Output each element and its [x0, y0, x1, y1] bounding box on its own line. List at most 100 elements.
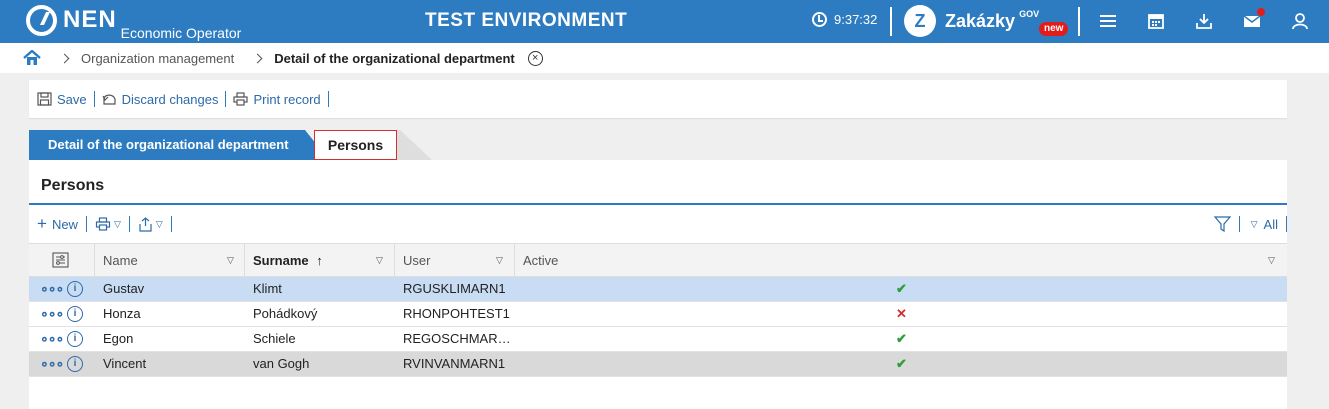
undo-icon	[102, 94, 116, 105]
mail-button[interactable]	[1243, 8, 1265, 30]
cell-surname: van Gogh	[253, 356, 310, 371]
column-active-label: Active	[523, 253, 559, 268]
breadcrumb-chevron-icon	[59, 53, 70, 63]
sort-ascending-icon: ↑	[316, 253, 323, 268]
session-clock: 9:37:32	[812, 12, 877, 27]
cell-name: Egon	[103, 331, 134, 346]
grid-header: Name ▽ Surname ↑ ▽ User ▽ Active ▽	[29, 243, 1287, 277]
logo-subtitle: Economic Operator	[120, 25, 242, 41]
print-menu-button[interactable]: ▽	[87, 216, 130, 232]
calendar-icon[interactable]	[1147, 12, 1165, 30]
active-check-icon: ✔	[896, 331, 907, 346]
logo-text: NEN	[63, 6, 117, 33]
caret-down-icon: ▽	[113, 218, 121, 229]
column-name-label: Name	[103, 253, 138, 268]
tab-detail[interactable]: Detail of the organizational department	[29, 130, 329, 160]
new-button[interactable]: + New	[29, 214, 87, 233]
menu-icon[interactable]	[1099, 12, 1117, 30]
save-icon	[37, 92, 52, 106]
breadcrumb-org-management[interactable]: Organization management	[81, 51, 234, 66]
nen-logo[interactable]: NEN Economic Operator	[26, 5, 241, 41]
table-row[interactable]: ∘∘∘ i Gustav Klimt RGUSKLIMARN1 ✔	[29, 277, 1287, 302]
info-icon[interactable]: i	[67, 356, 83, 372]
breadcrumb: Organization management Detail of the or…	[0, 43, 1329, 73]
active-check-icon: ✔	[896, 281, 907, 296]
cell-surname: Klimt	[253, 281, 282, 296]
grid-toolbar-right: ▽ All	[1206, 213, 1287, 235]
caret-down-icon: ▽	[1250, 218, 1258, 229]
save-label: Save	[57, 91, 87, 107]
more-options-icon[interactable]: ∘∘∘	[40, 277, 64, 299]
clock-time: 9:37:32	[834, 12, 878, 27]
record-toolbar: Save Discard changes Print record	[29, 80, 1287, 118]
info-icon[interactable]: i	[67, 281, 83, 297]
header-divider	[890, 7, 892, 36]
close-icon[interactable]: ×	[527, 50, 543, 66]
cell-name: Vincent	[103, 356, 147, 371]
tab-persons[interactable]: Persons	[314, 130, 397, 160]
more-options-icon[interactable]: ∘∘∘	[40, 352, 64, 374]
top-header: NEN Economic Operator TEST ENVIRONMENT 9…	[0, 0, 1329, 43]
inactive-cross-icon: ✕	[896, 306, 907, 321]
print-label: Print record	[253, 91, 321, 107]
breadcrumb-current: Detail of the organizational department	[274, 50, 515, 66]
user-icon[interactable]	[1291, 12, 1309, 30]
clock-icon	[812, 12, 827, 27]
panel-divider	[29, 203, 1287, 205]
column-settings-icon[interactable]	[52, 252, 69, 268]
info-icon[interactable]: i	[67, 306, 83, 322]
column-header-surname[interactable]: Surname ↑	[244, 244, 394, 277]
zakazky-icon: Z	[904, 5, 936, 37]
table-row[interactable]: ∘∘∘ i Vincent van Gogh RVINVANMARN1 ✔	[29, 352, 1287, 377]
breadcrumb-chevron-icon	[252, 53, 263, 63]
caret-down-icon: ▽	[155, 218, 163, 229]
export-menu-button[interactable]: ▽	[130, 216, 172, 232]
new-label: New	[51, 216, 78, 232]
home-icon[interactable]	[23, 50, 41, 66]
print-record-button[interactable]: Print record	[226, 91, 329, 107]
new-badge: new	[1039, 22, 1069, 36]
zakazky-gov: GOV	[1019, 9, 1040, 19]
column-surname-label: Surname	[253, 253, 309, 268]
cell-user: RVINVANMARN1	[403, 356, 506, 371]
cell-surname: Schiele	[253, 331, 296, 346]
column-header-name[interactable]: Name	[94, 244, 244, 277]
zakazky-text: Zakázky	[945, 10, 1016, 31]
cell-name: Gustav	[103, 281, 145, 296]
filter-all-label: All	[1263, 216, 1278, 232]
persons-panel: Persons + New ▽ ▽ ▽ All Name ▽ Surname ↑…	[29, 160, 1287, 409]
column-filter-icon[interactable]: ▽	[376, 244, 383, 277]
column-filter-icon[interactable]: ▽	[496, 244, 503, 277]
cell-user: RGUSKLIMARN1	[403, 281, 506, 296]
discard-label: Discard changes	[121, 91, 219, 107]
zakazky-logo[interactable]: Z Zakázky GOV new	[904, 5, 1069, 37]
filter-button[interactable]	[1206, 216, 1240, 232]
table-row[interactable]: ∘∘∘ i Egon Schiele REGOSCHMAR… ✔	[29, 327, 1287, 352]
export-icon	[139, 216, 152, 232]
filter-icon	[1213, 216, 1231, 232]
cell-name: Honza	[103, 306, 141, 321]
header-divider	[1078, 7, 1080, 36]
column-user-label: User	[403, 253, 431, 268]
more-options-icon[interactable]: ∘∘∘	[40, 302, 64, 324]
column-filter-icon[interactable]: ▽	[1268, 244, 1275, 277]
more-options-icon[interactable]: ∘∘∘	[40, 327, 64, 349]
printer-icon	[233, 92, 249, 106]
download-icon[interactable]	[1195, 12, 1213, 30]
column-header-active[interactable]: Active	[514, 244, 1287, 277]
save-button[interactable]: Save	[29, 91, 95, 107]
active-check-icon: ✔	[896, 356, 907, 371]
column-filter-icon[interactable]: ▽	[227, 244, 234, 277]
notification-dot	[1257, 8, 1265, 16]
discard-changes-button[interactable]: Discard changes	[95, 91, 227, 107]
grid-toolbar: + New ▽ ▽ ▽ All	[29, 213, 1287, 235]
cell-user: RHONPOHTEST1	[403, 306, 510, 321]
plus-icon: +	[37, 214, 47, 233]
panel-title: Persons	[41, 177, 105, 194]
printer-icon	[95, 217, 111, 231]
cell-surname: Pohádkový	[253, 306, 318, 321]
filter-all-dropdown[interactable]: ▽ All	[1240, 216, 1287, 232]
table-row[interactable]: ∘∘∘ i Honza Pohádkový RHONPOHTEST1 ✕	[29, 302, 1287, 327]
info-icon[interactable]: i	[67, 331, 83, 347]
nen-logo-icon	[26, 5, 57, 36]
